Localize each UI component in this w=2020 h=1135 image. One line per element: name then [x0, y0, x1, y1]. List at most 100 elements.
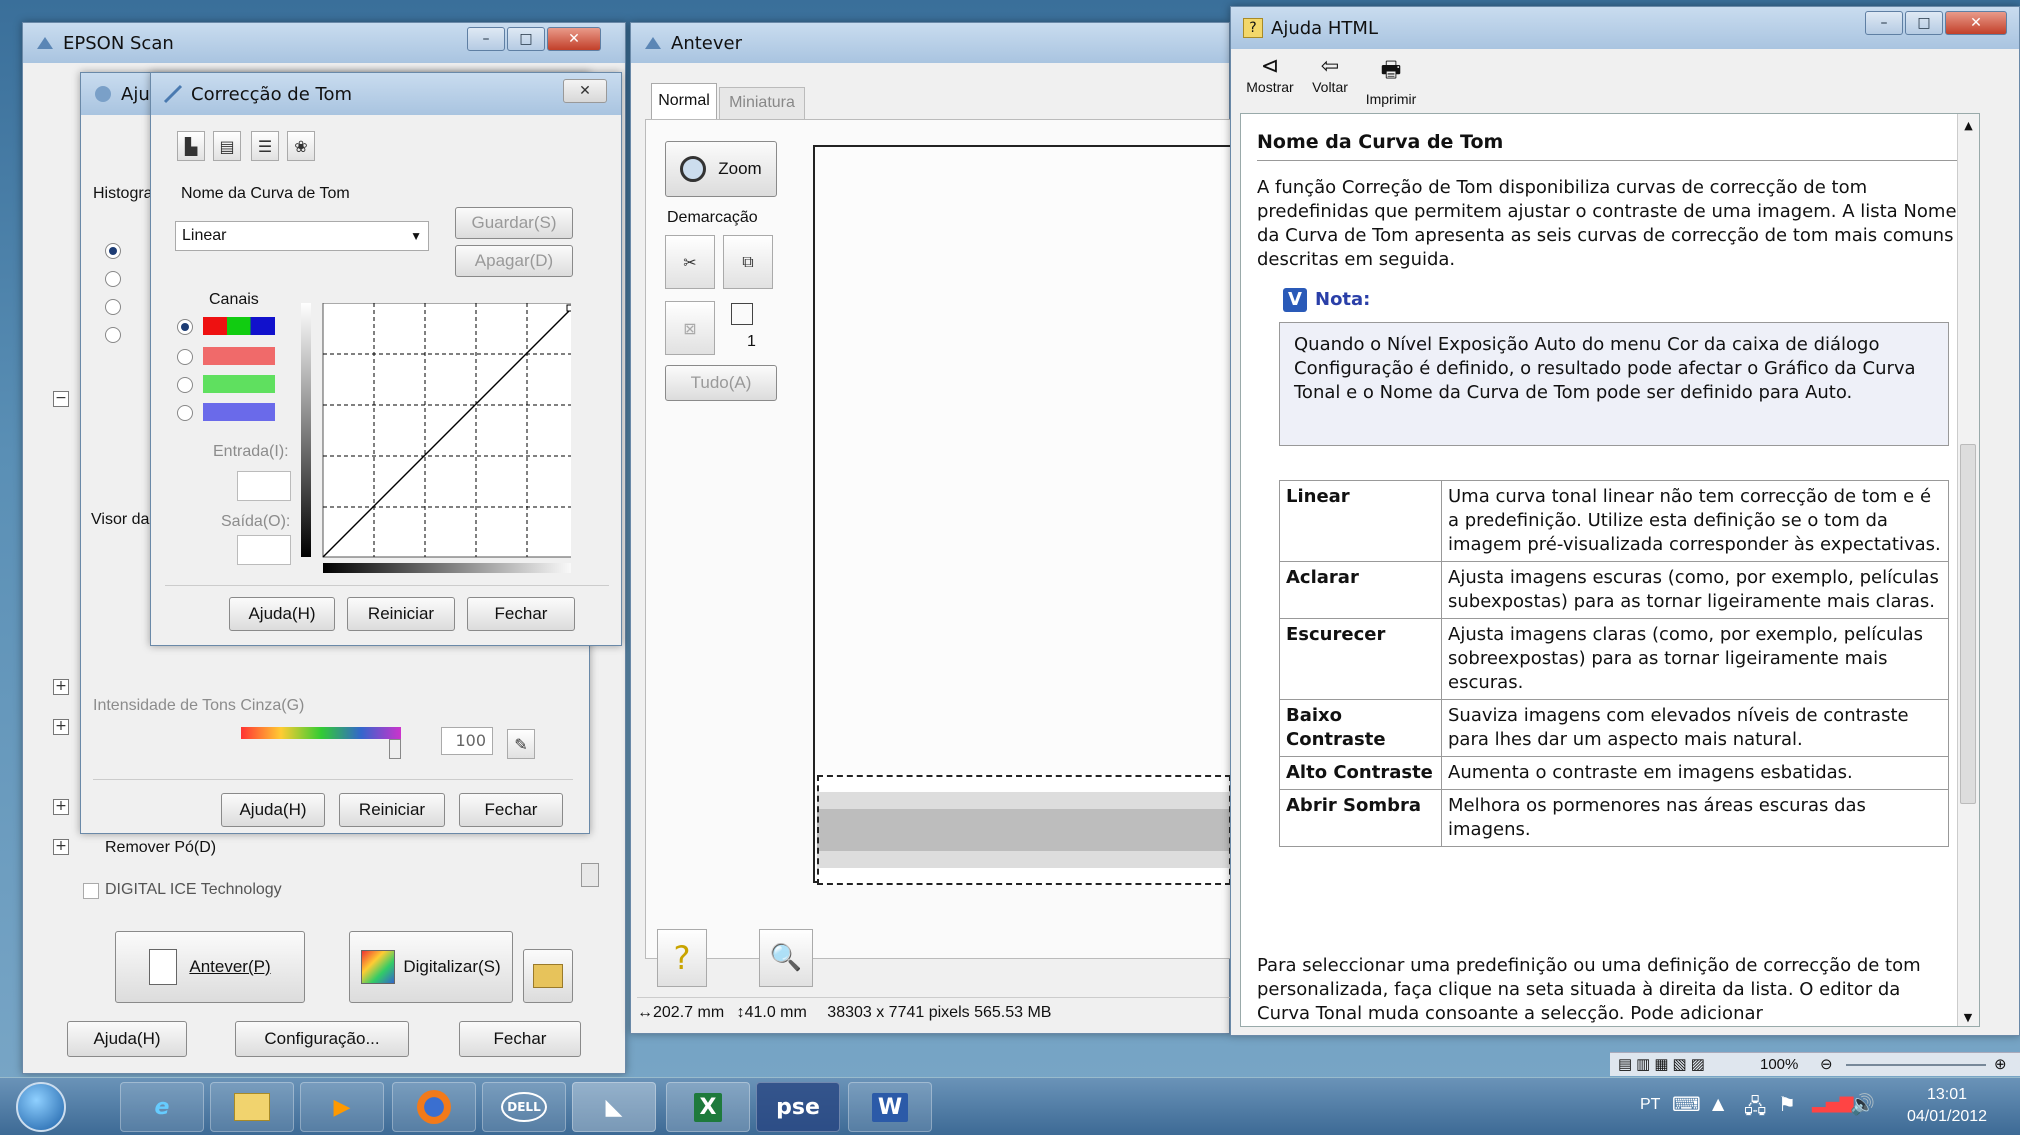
- gray-intensity-slider[interactable]: [241, 727, 401, 739]
- tone-correction-title: Correcção de Tom: [191, 83, 353, 105]
- curve-desc-cell: Melhora os pormenores nas áreas escuras …: [1441, 789, 1949, 847]
- help-title: Ajuda HTML: [1271, 17, 1378, 39]
- scroll-thumb[interactable]: [1960, 444, 1976, 804]
- curve-name-select[interactable]: Linear ▼: [175, 221, 429, 251]
- tray-arrow-icon[interactable]: ▲: [1712, 1094, 1724, 1113]
- marquee-auto-icon[interactable]: ✂: [665, 235, 715, 289]
- help-maximize-button[interactable]: □: [1905, 11, 1943, 35]
- show-toolbar-button[interactable]: ⊲ Mostrar: [1241, 53, 1299, 111]
- blue-channel-radio[interactable]: [177, 405, 193, 421]
- red-channel-radio[interactable]: [177, 349, 193, 365]
- density-tool-icon[interactable]: ▤: [213, 131, 241, 161]
- volume-icon[interactable]: 🔊: [1850, 1092, 1875, 1116]
- tone-curve-svg: [301, 302, 578, 573]
- expand-toggle[interactable]: +: [53, 719, 69, 735]
- eyedropper-icon[interactable]: ✎: [507, 729, 535, 759]
- tone-close-dialog-button[interactable]: Fechar: [467, 597, 575, 631]
- adjust-close-button[interactable]: Fechar: [459, 793, 563, 827]
- folder-button[interactable]: [523, 949, 573, 1003]
- view-icons[interactable]: ▤▥▦▧▨: [1618, 1056, 1709, 1073]
- expand-toggle[interactable]: +: [53, 799, 69, 815]
- ie-icon[interactable]: e: [120, 1082, 204, 1132]
- keyboard-icon[interactable]: ⌨: [1672, 1092, 1701, 1116]
- epson-scan-task-icon[interactable]: ◣: [572, 1082, 656, 1132]
- language-indicator[interactable]: PT: [1640, 1096, 1660, 1114]
- gray-intensity-value[interactable]: 100: [441, 727, 493, 755]
- slider-thumb[interactable]: [389, 739, 401, 759]
- zoom-out-icon[interactable]: ⊖: [1820, 1053, 1833, 1077]
- tone-help-button[interactable]: Ajuda(H): [229, 597, 335, 631]
- configuration-button[interactable]: Configuração...: [235, 1021, 409, 1057]
- preview-image[interactable]: [813, 145, 1233, 883]
- zoom-in-icon[interactable]: ⊕: [1994, 1053, 2007, 1077]
- scroll-down-icon[interactable]: ▼: [1958, 1006, 1978, 1026]
- adjust-icon: [93, 84, 113, 104]
- output-field[interactable]: [237, 535, 291, 565]
- zoom-button[interactable]: Zoom: [665, 141, 777, 197]
- palette-icon[interactable]: ❀: [287, 131, 315, 161]
- firefox-icon[interactable]: [392, 1082, 476, 1132]
- tone-curve-graph[interactable]: [301, 302, 578, 573]
- tone-correction-titlebar[interactable]: Correcção de Tom: [151, 73, 621, 115]
- explorer-folder-icon[interactable]: [210, 1082, 294, 1132]
- start-button[interactable]: [16, 1082, 66, 1132]
- scrollbar-thumb[interactable]: [581, 863, 599, 887]
- flag-icon[interactable]: ⚑: [1778, 1092, 1796, 1116]
- print-toolbar-button[interactable]: 🖶 Imprimir: [1361, 53, 1421, 111]
- select-all-button[interactable]: Tudo(A): [665, 365, 777, 401]
- green-channel-radio[interactable]: [177, 377, 193, 393]
- channel-radio[interactable]: [105, 299, 121, 315]
- collapse-toggle[interactable]: −: [53, 391, 69, 407]
- excel-icon[interactable]: X: [666, 1082, 750, 1132]
- input-field[interactable]: [237, 471, 291, 501]
- histogram-tool-icon[interactable]: ▙: [177, 131, 205, 161]
- curve-desc-cell: Ajusta imagens claras (como, por exemplo…: [1441, 618, 1949, 700]
- marquee-delete-icon[interactable]: ⊠: [665, 301, 715, 355]
- word-icon[interactable]: W: [848, 1082, 932, 1132]
- antever-button[interactable]: Antever(P): [115, 931, 305, 1003]
- preview-window: Antever Normal Miniatura Zoom Demarcação…: [630, 22, 1233, 1034]
- delete-curve-button[interactable]: Apagar(D): [455, 245, 573, 277]
- back-toolbar-button[interactable]: ⇦ Voltar: [1305, 53, 1355, 111]
- media-player-icon[interactable]: ▶: [300, 1082, 384, 1132]
- document-icon: [149, 949, 178, 985]
- digitalizar-button[interactable]: Digitalizar(S): [349, 931, 513, 1003]
- photoshop-elements-icon[interactable]: pse: [756, 1082, 840, 1132]
- marquee-label: Demarcação: [667, 209, 758, 226]
- rgb-channel-radio[interactable]: [177, 319, 193, 335]
- curve-name-cell: Abrir Sombra: [1279, 789, 1442, 847]
- tab-miniatura[interactable]: Miniatura: [719, 87, 805, 119]
- marquee-copy-icon[interactable]: ⧉: [723, 235, 773, 289]
- help-scrollbar[interactable]: ▲ ▼: [1957, 114, 1979, 1026]
- signal-icon[interactable]: ▂▄▆: [1812, 1092, 1854, 1113]
- channel-radio[interactable]: [105, 327, 121, 343]
- zoom-slider[interactable]: [1846, 1064, 1986, 1066]
- channel-radio[interactable]: [105, 271, 121, 287]
- help-minimize-button[interactable]: –: [1865, 11, 1903, 35]
- save-curve-button[interactable]: Guardar(S): [455, 207, 573, 239]
- help-question-icon[interactable]: ?: [657, 929, 707, 987]
- expand-toggle[interactable]: +: [53, 679, 69, 695]
- channel-radio[interactable]: [105, 243, 121, 259]
- maximize-button[interactable]: □: [507, 27, 545, 51]
- zoom-preview-icon[interactable]: 🔍: [759, 929, 813, 987]
- color-balance-icon[interactable]: ☰: [251, 131, 279, 161]
- close-button[interactable]: ✕: [547, 27, 601, 51]
- tab-normal[interactable]: Normal: [651, 83, 717, 119]
- help-button[interactable]: Ajuda(H): [67, 1021, 187, 1057]
- preview-titlebar[interactable]: Antever: [631, 23, 1229, 63]
- minimize-button[interactable]: –: [467, 27, 505, 51]
- scroll-up-icon[interactable]: ▲: [1958, 114, 1979, 134]
- curve-desc-cell: Uma curva tonal linear não tem correcção…: [1441, 480, 1949, 562]
- close-dialog-button[interactable]: Fechar: [459, 1021, 581, 1057]
- expand-toggle[interactable]: +: [53, 839, 69, 855]
- ice-checkbox[interactable]: [83, 883, 99, 899]
- tone-close-button[interactable]: ✕: [563, 79, 607, 103]
- network-icon[interactable]: 🖧: [1744, 1092, 1766, 1126]
- help-close-button[interactable]: ✕: [1945, 11, 2007, 35]
- adjust-reset-button[interactable]: Reiniciar: [339, 793, 445, 827]
- adjust-help-button[interactable]: Ajuda(H): [221, 793, 325, 827]
- dell-icon[interactable]: DELL: [482, 1082, 566, 1132]
- clock[interactable]: 13:01 04/01/2012: [1892, 1084, 2002, 1128]
- tone-reset-button[interactable]: Reiniciar: [347, 597, 455, 631]
